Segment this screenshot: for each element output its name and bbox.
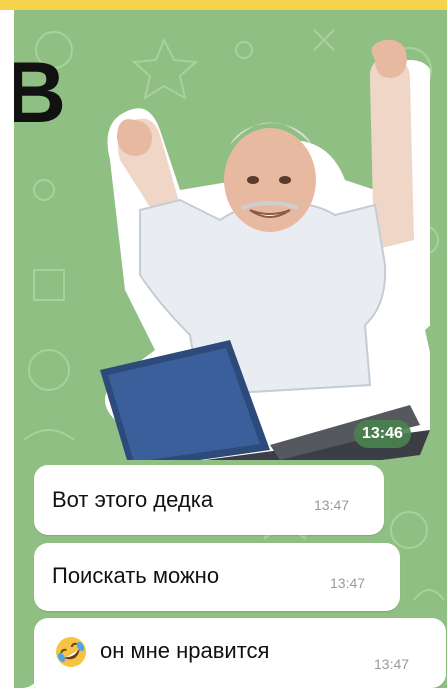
cropped-edge-letter: В [14,45,66,141]
sticker-man-with-laptop[interactable] [70,40,430,460]
rolling-on-floor-laughing-emoji-icon [56,637,86,667]
message-bubble[interactable]: Вот этого дедка 13:47 [34,465,384,535]
sticker-timestamp: 13:46 [354,420,411,448]
message-time: 13:47 [374,656,410,672]
message-text: он мне нравится [100,638,270,663]
message-time: 13:47 [330,575,366,591]
message-text: Поискать можно [52,563,220,588]
message-bubble[interactable]: он мне нравится 13:47 [34,618,446,688]
top-highlight-strip [0,0,447,10]
left-margin [0,10,14,688]
chat-screen: В 13:46 Вот этого дедка 13:47 Поискать м… [0,0,447,688]
message-bubble[interactable]: Поискать можно 13:47 [34,543,400,611]
message-text: Вот этого дедка [52,487,214,512]
message-time: 13:47 [314,497,350,513]
chat-background: В 13:46 Вот этого дедка 13:47 Поискать м… [14,10,447,688]
